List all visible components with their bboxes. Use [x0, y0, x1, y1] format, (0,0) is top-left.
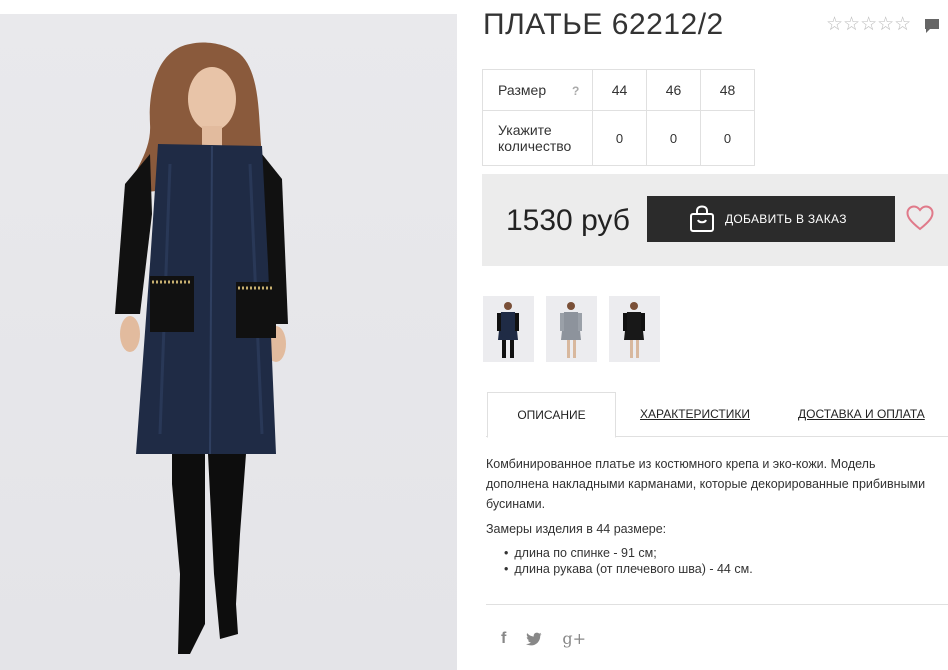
quantity-input-46[interactable]: 0: [646, 110, 701, 166]
size-help-icon[interactable]: ?: [572, 84, 579, 98]
thumbnail-3-image: [623, 302, 645, 358]
size-row: Размер ? 44 46 48: [482, 69, 755, 111]
add-to-order-label: ДОБАВИТЬ В ЗАКАЗ: [725, 212, 847, 226]
thumbnail-1[interactable]: [483, 296, 534, 362]
price-panel: 1530 руб ДОБАВИТЬ В ЗАКАЗ: [482, 174, 948, 266]
quantity-label-line1: Укажите: [498, 122, 552, 138]
product-title: ПЛАТЬЕ 62212/2: [483, 8, 724, 41]
thumbnail-3[interactable]: [609, 296, 660, 362]
tab-description[interactable]: ОПИСАНИЕ: [487, 392, 616, 438]
thumbnail-gallery: [483, 296, 660, 362]
tab-delivery-payment[interactable]: ДОСТАВКА И ОПЛАТА: [798, 392, 925, 437]
size-48: 48: [700, 69, 755, 111]
twitter-icon[interactable]: [526, 632, 542, 646]
tab-characteristics[interactable]: ХАРАКТЕРИСТИКИ: [640, 392, 750, 437]
main-product-photo[interactable]: [0, 14, 457, 670]
size-46: 46: [646, 69, 701, 111]
quantity-row: Укажите количество 0 0 0: [482, 110, 755, 166]
size-quantity-table: Размер ? 44 46 48 Укажите количество 0 0…: [482, 69, 755, 166]
list-item: длина рукава (от плечевого шва) - 44 см.: [504, 561, 752, 577]
googleplus-icon[interactable]: g+: [562, 629, 586, 648]
shopping-bag-icon: [690, 205, 714, 232]
measures-title: Замеры изделия в 44 размере:: [486, 522, 667, 536]
size-44: 44: [592, 69, 647, 111]
favorite-heart-icon[interactable]: [906, 205, 934, 231]
dress-model-illustration: [115, 42, 288, 654]
social-share-bar: f g+: [501, 629, 586, 648]
quantity-label-cell: Укажите количество: [482, 110, 593, 166]
thumbnail-2-image: [560, 302, 582, 358]
product-description: Комбинированное платье из костюмного кре…: [486, 457, 926, 511]
star-outline-icon[interactable]: ☆☆☆☆☆: [826, 15, 911, 35]
product-price: 1530 руб: [506, 204, 630, 237]
quantity-input-44[interactable]: 0: [592, 110, 647, 166]
size-label-cell: Размер ?: [482, 69, 593, 111]
list-item: длина по спинке - 91 см;: [504, 545, 753, 561]
quantity-label-line2: количество: [498, 138, 572, 154]
comment-icon[interactable]: [924, 18, 940, 34]
measures-list: длина по спинке - 91 см; длина рукава (о…: [504, 545, 753, 577]
divider: [486, 604, 948, 605]
thumbnail-1-image: [497, 302, 519, 358]
facebook-icon[interactable]: f: [501, 630, 506, 648]
rating-stars[interactable]: ☆☆☆☆☆: [826, 15, 911, 35]
product-tabs: ОПИСАНИЕ ХАРАКТЕРИСТИКИ ДОСТАВКА И ОПЛАТ…: [486, 392, 948, 438]
add-to-order-button[interactable]: ДОБАВИТЬ В ЗАКАЗ: [647, 196, 895, 242]
thumbnail-2[interactable]: [546, 296, 597, 362]
size-label: Размер: [498, 82, 547, 98]
quantity-input-48[interactable]: 0: [700, 110, 755, 166]
